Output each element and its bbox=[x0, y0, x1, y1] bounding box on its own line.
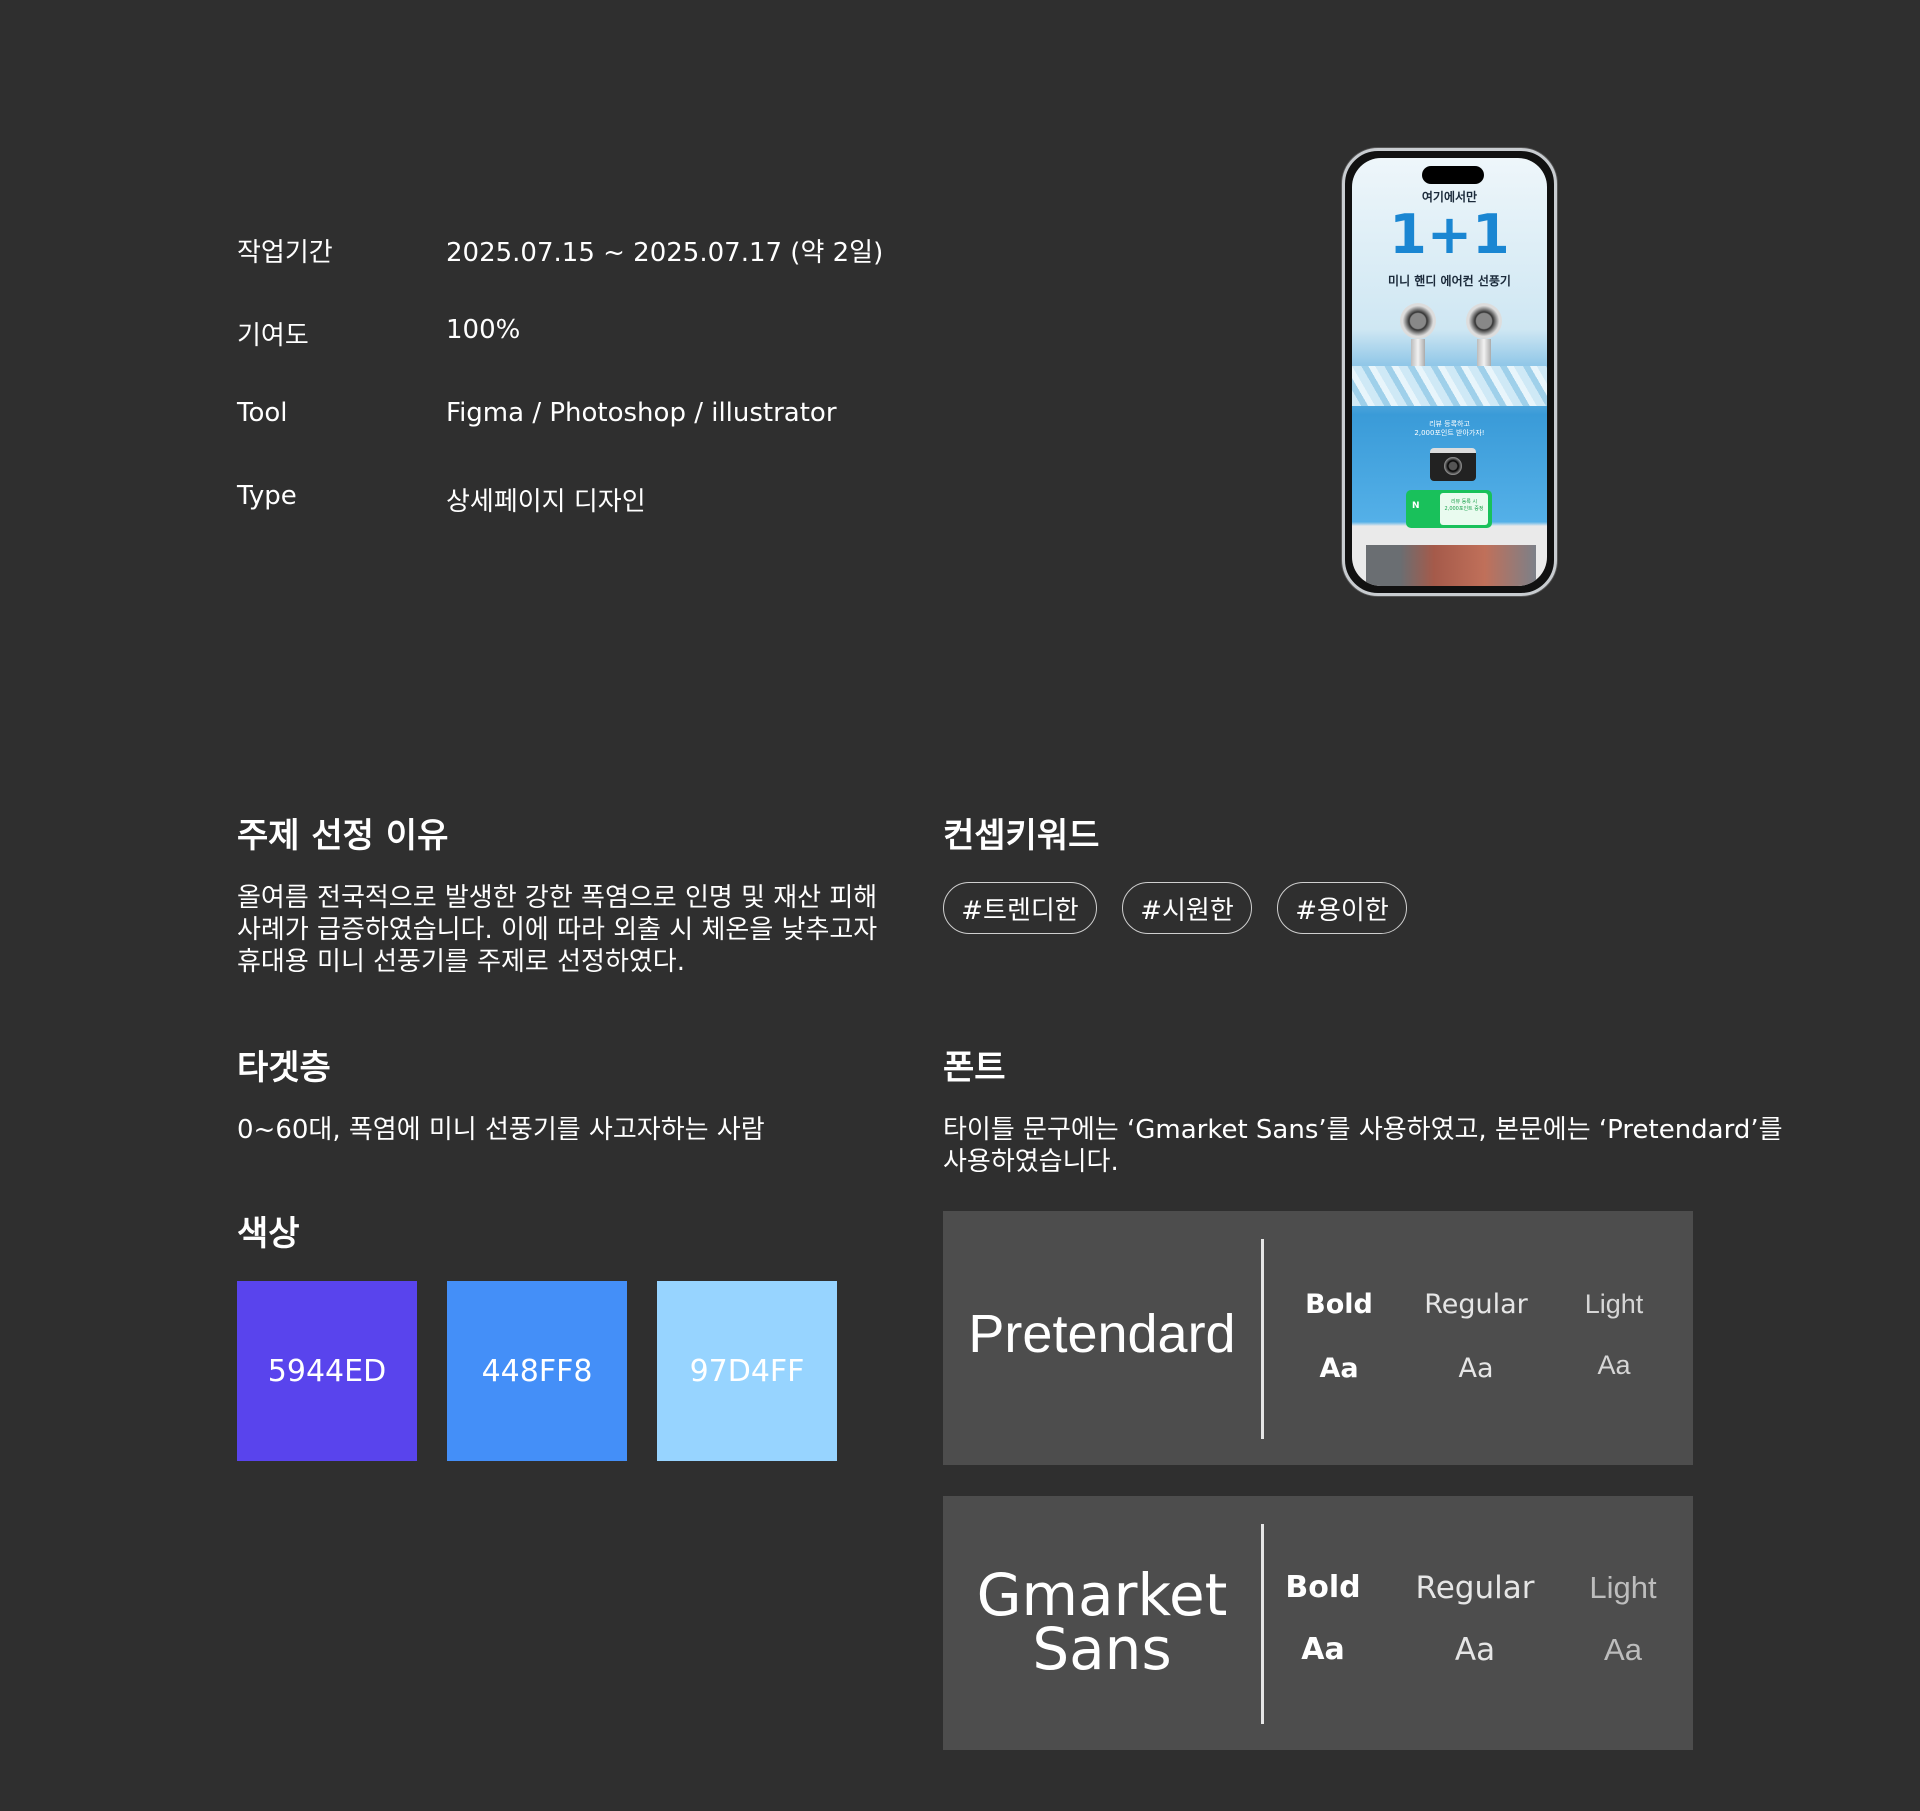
info-label: 작업기간 bbox=[237, 238, 333, 268]
ice-image bbox=[1352, 366, 1547, 406]
lifestyle-photo bbox=[1366, 545, 1536, 586]
weight-label-light: Light bbox=[1589, 1570, 1657, 1605]
weight-label-regular: Regular bbox=[1415, 1570, 1535, 1606]
weight-sample-light: Aa bbox=[1604, 1632, 1642, 1667]
font-name: Gmarket Sans bbox=[943, 1561, 1261, 1683]
npay-line: 2,000포인트 증정 bbox=[1444, 506, 1484, 512]
color-swatch-label: 5944ED bbox=[267, 1353, 387, 1389]
font-card-gmarket-sans: Gmarket Sans Bold Aa Regular Aa Light Aa bbox=[943, 1496, 1693, 1750]
font-card-pretendard: Pretendard Bold Aa Regular Aa Light Aa bbox=[943, 1211, 1693, 1465]
review-line: 리뷰 등록하고 bbox=[1429, 420, 1470, 428]
weight-sample-bold: Aa bbox=[1319, 1353, 1359, 1384]
weight-label-light: Light bbox=[1584, 1289, 1644, 1319]
color-swatch-label: 448FF8 bbox=[481, 1353, 593, 1389]
weight-sample-regular: Aa bbox=[1454, 1632, 1496, 1668]
npay-line: 리뷰 등록 시 bbox=[1450, 499, 1478, 505]
info-row-contribution: 기여도 100% bbox=[237, 315, 520, 352]
topic-line: 사례가 급증하였습니다. 이에 따라 외출 시 체온을 낮추고자 bbox=[237, 915, 878, 945]
font-name-line: Gmarket bbox=[976, 1561, 1228, 1629]
color-swatch: 448FF8 bbox=[447, 1281, 627, 1461]
info-row-tool: Tool Figma / Photoshop / illustrator bbox=[237, 398, 837, 428]
colors-title: 색상 bbox=[237, 1214, 300, 1254]
weight-sample-bold: Aa bbox=[1301, 1632, 1345, 1667]
font-name-line: Sans bbox=[1032, 1615, 1172, 1683]
weight-label-regular: Regular bbox=[1424, 1289, 1528, 1320]
weight-sample-regular: Aa bbox=[1458, 1353, 1494, 1384]
info-value: 상세페이지 디자인 bbox=[446, 487, 646, 517]
review-line: 2,000포인트 받아가자! bbox=[1414, 429, 1485, 438]
font-name: Pretendard bbox=[968, 1304, 1236, 1364]
weight-label-bold: Bold bbox=[1285, 1570, 1361, 1605]
weight-sample-light: Aa bbox=[1597, 1350, 1631, 1380]
info-row-period: 작업기간 2025.07.15 ~ 2025.07.17 (약 2일) bbox=[237, 232, 883, 269]
promo-big-text: 1+1 bbox=[1389, 203, 1510, 266]
fonts-title: 폰트 bbox=[943, 1048, 1006, 1088]
topic-line: 휴대용 미니 선풍기를 주제로 선정하였다. bbox=[237, 947, 685, 977]
color-swatch: 97D4FF bbox=[657, 1281, 837, 1461]
keyword-tag: #시원한 bbox=[1122, 882, 1252, 934]
color-swatch: 5944ED bbox=[237, 1281, 417, 1461]
keyword-tag: #용이한 bbox=[1277, 882, 1407, 934]
info-label: 기여도 bbox=[237, 321, 309, 351]
npay-logo-icon: N bbox=[1412, 501, 1420, 511]
target-title: 타겟층 bbox=[237, 1048, 331, 1088]
target-text: 0~60대, 폭염에 미니 선풍기를 사고자하는 사람 bbox=[237, 1115, 765, 1145]
promo-product-text: 미니 핸디 에어컨 선풍기 bbox=[1388, 274, 1511, 288]
keyword-tag: #트렌디한 bbox=[943, 882, 1097, 934]
phone-screen: 여기에서만 1+1 미니 핸디 에어컨 선풍기 리뷰 등록하고 2,000포인트… bbox=[1352, 158, 1547, 586]
info-value: 2025.07.15 ~ 2025.07.17 (약 2일) bbox=[446, 238, 884, 268]
info-label: Type bbox=[237, 481, 297, 511]
topic-title: 주제 선정 이유 bbox=[237, 816, 449, 856]
camera-icon bbox=[1430, 448, 1476, 481]
divider bbox=[1261, 1239, 1264, 1439]
weight-label-bold: Bold bbox=[1305, 1289, 1373, 1320]
info-value: Figma / Photoshop / illustrator bbox=[446, 398, 837, 428]
divider bbox=[1261, 1524, 1264, 1724]
npay-banner: N 리뷰 등록 시 2,000포인트 증정 bbox=[1406, 490, 1492, 528]
topic-line: 올여름 전국적으로 발생한 강한 폭염으로 인명 및 재산 피해 bbox=[237, 883, 878, 913]
info-value: 100% bbox=[446, 315, 521, 345]
fonts-line: 사용하였습니다. bbox=[943, 1147, 1119, 1177]
info-label: Tool bbox=[237, 398, 288, 428]
color-swatch-label: 97D4FF bbox=[689, 1353, 805, 1389]
phone-mockup: 여기에서만 1+1 미니 핸디 에어컨 선풍기 리뷰 등록하고 2,000포인트… bbox=[1342, 148, 1557, 596]
fonts-line: 타이틀 문구에는 ‘Gmarket Sans’를 사용하였고, 본문에는 ‘Pr… bbox=[943, 1115, 1783, 1145]
fonts-text: 타이틀 문구에는 ‘Gmarket Sans’를 사용하였고, 본문에는 ‘Pr… bbox=[943, 1114, 1783, 1178]
dynamic-island bbox=[1422, 166, 1484, 184]
keywords-title: 컨셉키워드 bbox=[943, 816, 1100, 856]
info-row-type: Type 상세페이지 디자인 bbox=[237, 481, 646, 518]
npay-coupon: 리뷰 등록 시 2,000포인트 증정 bbox=[1440, 493, 1488, 525]
review-text: 리뷰 등록하고 2,000포인트 받아가자! bbox=[1352, 420, 1547, 438]
topic-text: 올여름 전국적으로 발생한 강한 폭염으로 인명 및 재산 피해 사례가 급증하… bbox=[237, 882, 877, 978]
